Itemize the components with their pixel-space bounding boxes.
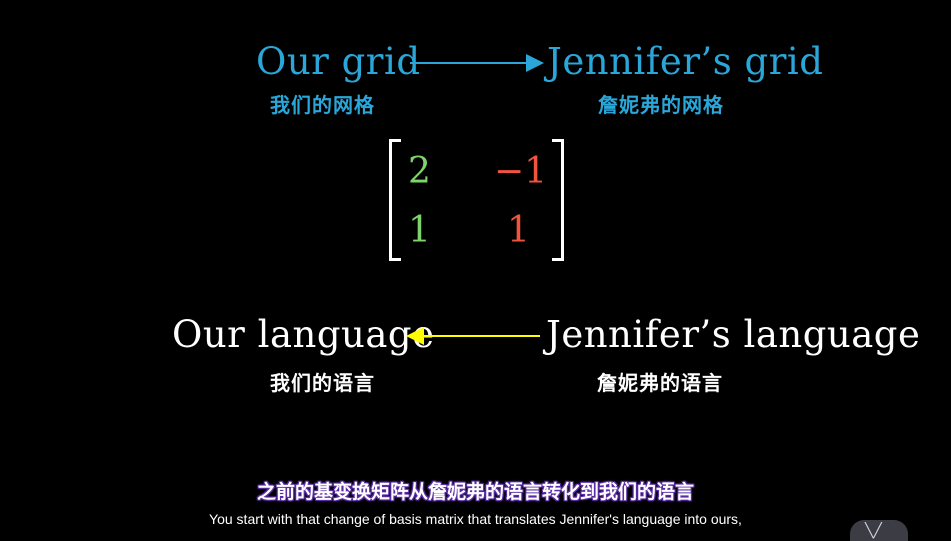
matrix-cell-r1c2: −1 [494, 151, 548, 192]
grid-arrow-head-icon [526, 54, 544, 72]
our-grid-chinese-label: 我们的网格 [270, 93, 375, 117]
jennifers-grid-chinese-label: 詹妮弗的网格 [598, 93, 724, 117]
matrix-left-bracket [389, 139, 401, 261]
our-language-chinese-label: 我们的语言 [270, 371, 375, 395]
jennifers-language-chinese-label: 詹妮弗的语言 [597, 371, 723, 395]
tv-icon: ╲╱ [865, 523, 882, 539]
jennifers-grid-label: Jennifer’s grid [547, 40, 824, 83]
tv-overlay-button[interactable]: ╲╱ [850, 520, 908, 541]
matrix-cell-r2c1: 1 [408, 210, 431, 251]
english-subtitle: You start with that change of basis matr… [209, 511, 742, 527]
grid-arrow-line [410, 62, 528, 64]
our-grid-label: Our grid [256, 40, 421, 83]
language-arrow-line [422, 335, 540, 337]
matrix-cell-r1c1: 2 [408, 151, 431, 192]
jennifers-language-label: Jennifer’s language [546, 313, 921, 356]
video-frame: Our grid Jennifer’s grid 我们的网格 詹妮弗的网格 2 … [0, 0, 951, 541]
change-of-basis-matrix: 2 −1 1 1 [389, 139, 564, 261]
chinese-subtitle: 之前的基变换矩阵从詹妮弗的语言转化到我们的语言 [256, 481, 694, 503]
matrix-right-bracket [552, 139, 564, 261]
our-language-label: Our language [172, 313, 435, 356]
matrix-cell-r2c2: 1 [507, 210, 530, 251]
